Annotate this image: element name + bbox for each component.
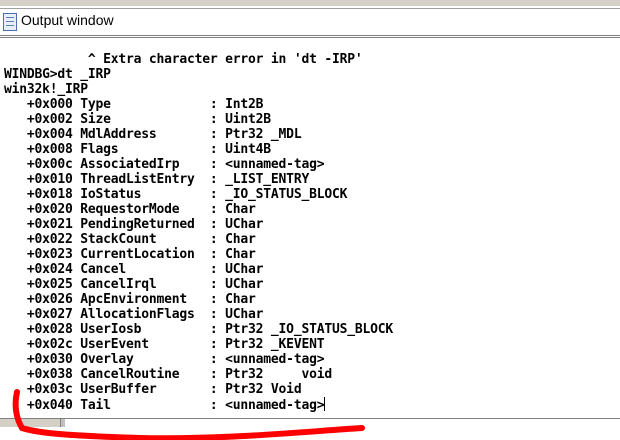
- red-annotation-scribble: [12, 389, 365, 440]
